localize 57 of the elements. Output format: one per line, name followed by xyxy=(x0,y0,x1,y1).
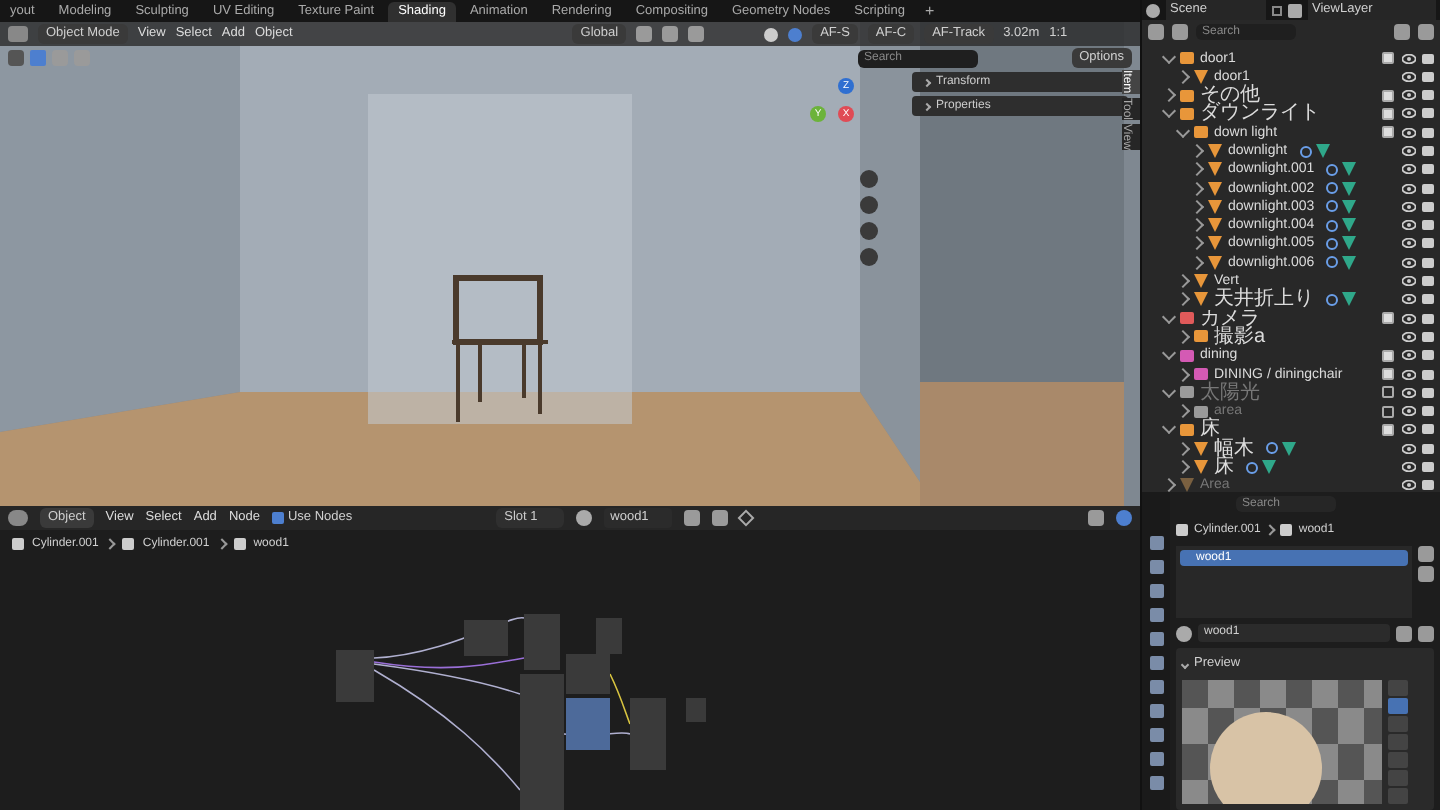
eye-icon[interactable] xyxy=(1402,350,1416,361)
eye-icon[interactable] xyxy=(1402,443,1416,454)
eye-icon[interactable] xyxy=(1402,257,1416,268)
add-tab-button[interactable]: + xyxy=(918,0,941,23)
node[interactable] xyxy=(520,674,564,810)
outliner-item-name[interactable]: 床 xyxy=(1214,457,1234,477)
chevron-icon xyxy=(922,101,932,111)
eye-icon[interactable] xyxy=(1402,424,1416,435)
eye-icon[interactable] xyxy=(1402,127,1416,138)
checkbox[interactable] xyxy=(1382,423,1394,436)
eye-icon[interactable] xyxy=(1402,331,1416,342)
outliner-item-name[interactable]: 天井折上り xyxy=(1214,290,1314,310)
node[interactable] xyxy=(464,620,508,656)
eye-icon[interactable] xyxy=(1402,183,1416,194)
eye-icon[interactable] xyxy=(1402,294,1416,305)
chevron-icon xyxy=(105,538,117,550)
eye-icon[interactable] xyxy=(1402,108,1416,119)
outliner-item-name[interactable]: 撮影a xyxy=(1214,327,1266,347)
checkbox[interactable] xyxy=(1382,89,1394,102)
eye-icon[interactable] xyxy=(1402,71,1416,82)
eye-icon[interactable] xyxy=(1402,313,1416,324)
outliner-item-name[interactable]: ダウンライト xyxy=(1200,104,1320,124)
checkbox[interactable] xyxy=(1382,368,1394,381)
eye-icon[interactable] xyxy=(1402,164,1416,175)
eye-icon[interactable] xyxy=(1402,387,1416,398)
node-link xyxy=(609,673,631,725)
chevron-icon xyxy=(922,77,932,87)
eye-icon[interactable] xyxy=(1402,369,1416,380)
eye-icon[interactable] xyxy=(1402,238,1416,249)
checkbox[interactable] xyxy=(1382,52,1394,65)
eye-icon[interactable] xyxy=(1402,406,1416,417)
eye-icon[interactable] xyxy=(1402,462,1416,473)
use-nodes-checkbox[interactable] xyxy=(271,512,284,524)
checkbox[interactable] xyxy=(1382,312,1394,325)
outliner-item-name[interactable]: 床 xyxy=(1200,420,1220,440)
chevron-icon xyxy=(1265,524,1277,537)
node[interactable] xyxy=(686,698,706,722)
node[interactable] xyxy=(596,618,622,654)
eye-icon[interactable] xyxy=(1402,90,1416,101)
eye-icon[interactable] xyxy=(1402,276,1416,287)
node[interactable] xyxy=(336,650,374,702)
checkbox[interactable] xyxy=(1382,107,1394,120)
eye-icon[interactable] xyxy=(1402,146,1416,156)
node[interactable] xyxy=(630,698,666,770)
chevron-icon xyxy=(1180,660,1190,669)
eye-icon[interactable] xyxy=(1402,220,1416,231)
node[interactable] xyxy=(566,654,610,694)
triangle-icon xyxy=(1194,69,1208,84)
outliner-item-name[interactable]: 幅木 xyxy=(1214,439,1254,458)
outliner-item-name[interactable]: カメラ xyxy=(1200,309,1260,328)
node[interactable] xyxy=(566,698,610,750)
node[interactable] xyxy=(524,614,560,670)
checkbox[interactable] xyxy=(1382,349,1394,362)
eye-icon[interactable] xyxy=(1402,53,1416,64)
checkbox[interactable] xyxy=(1382,126,1394,139)
eye-icon[interactable] xyxy=(1402,201,1416,212)
outliner-item-name[interactable]: その他 xyxy=(1200,85,1260,105)
